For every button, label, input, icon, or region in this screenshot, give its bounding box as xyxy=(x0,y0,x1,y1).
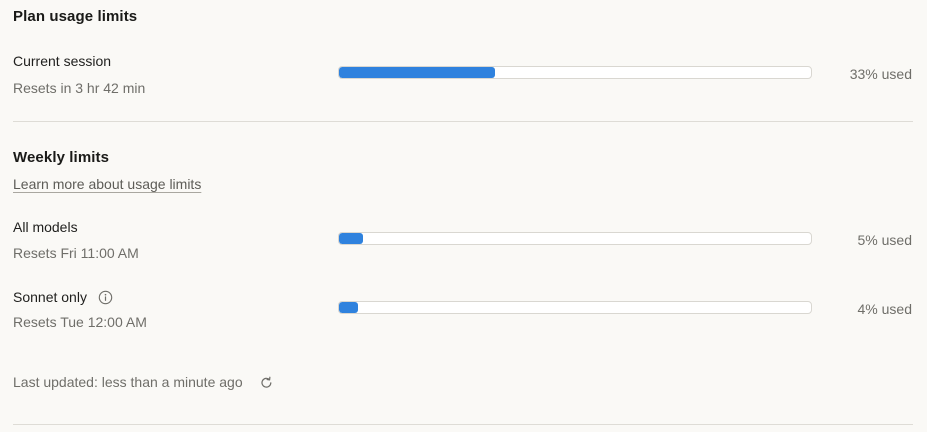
current-session-percent: 33% used xyxy=(849,66,912,82)
refresh-icon[interactable] xyxy=(259,375,274,390)
current-session-reset: Resets in 3 hr 42 min xyxy=(13,80,146,96)
section-divider xyxy=(13,121,913,122)
info-icon[interactable] xyxy=(98,290,113,305)
sonnet-only-percent: 4% used xyxy=(857,301,912,317)
current-session-progress-bar xyxy=(338,66,812,79)
all-models-reset: Resets Fri 11:00 AM xyxy=(13,245,139,261)
bottom-divider xyxy=(13,424,913,425)
sonnet-only-progress-bar xyxy=(338,301,812,314)
sonnet-only-progress-fill xyxy=(339,302,358,313)
last-updated-text: Last updated: less than a minute ago xyxy=(13,374,243,390)
all-models-progress-bar xyxy=(338,232,812,245)
sonnet-only-reset: Resets Tue 12:00 AM xyxy=(13,314,147,330)
current-session-progress-fill xyxy=(339,67,495,78)
learn-more-link[interactable]: Learn more about usage limits xyxy=(13,176,201,192)
all-models-label: All models xyxy=(13,219,78,235)
sonnet-only-label: Sonnet only xyxy=(13,289,87,305)
all-models-percent: 5% used xyxy=(857,232,912,248)
weekly-limits-title: Weekly limits xyxy=(13,149,110,166)
plan-usage-title: Plan usage limits xyxy=(13,8,138,25)
all-models-progress-fill xyxy=(339,233,363,244)
current-session-label: Current session xyxy=(13,53,112,69)
